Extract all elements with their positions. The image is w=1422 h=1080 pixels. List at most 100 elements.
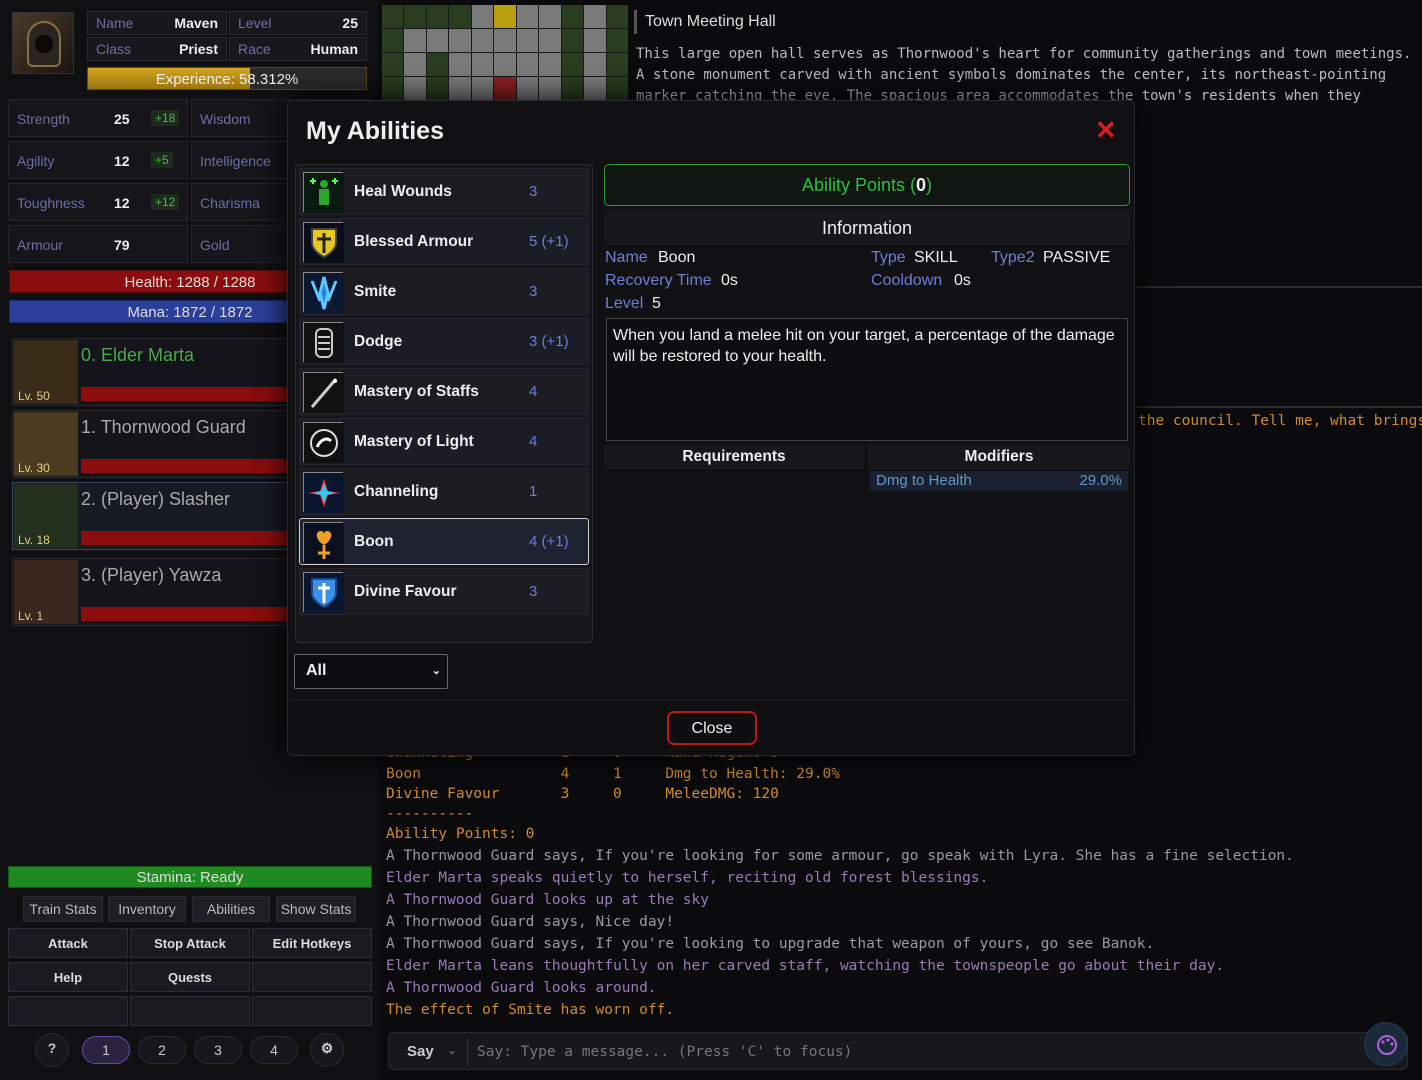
stat-toughness: Toughness 12 +12 [8, 183, 188, 221]
map-tile [606, 29, 628, 52]
ability-filter-select[interactable]: All ⌄ [294, 654, 448, 689]
information-header: Information [604, 210, 1130, 245]
hotkey-attack[interactable]: Attack [8, 928, 128, 958]
ability-level: 3 (+1) [529, 333, 569, 350]
staff-icon [303, 372, 344, 413]
inventory-button[interactable]: Inventory [108, 896, 186, 922]
chat-line: A Thornwood Guard looks around. [386, 980, 657, 996]
npc-entry[interactable]: Lv. 50 0. Elder Marta [12, 338, 288, 406]
hotkey-quests[interactable]: Quests [130, 962, 250, 992]
ability-name: Dodge [354, 333, 403, 350]
map-tile [584, 77, 606, 100]
help-icon[interactable]: ? [35, 1033, 69, 1067]
npc-health-bar [81, 531, 287, 545]
ability-list: Heal Wounds 3 Blessed Armour 5 (+1) Smite 3 Do… [295, 164, 593, 643]
map-tile [494, 53, 516, 76]
ability-item[interactable]: Dodge 3 (+1) [299, 318, 589, 365]
map-tile [449, 77, 471, 100]
chat-line: Divine Favour 3 0 MeleeDMG: 120 [386, 786, 779, 802]
room-title: Town Meeting Hall [634, 10, 776, 34]
ability-item[interactable]: Divine Favour 3 [299, 568, 589, 615]
hotkey-edit-hotkeys[interactable]: Edit Hotkeys [252, 928, 372, 958]
ability-item[interactable]: Mastery of Light 4 [299, 418, 589, 465]
map-tile [584, 53, 606, 76]
map-tile [426, 77, 449, 100]
ability-item[interactable]: Mastery of Staffs 4 [299, 368, 589, 415]
show-stats-button[interactable]: Show Stats [276, 896, 356, 922]
divider [1136, 286, 1422, 288]
level-value: 25 [342, 15, 358, 31]
chat-line: the council. Tell me, what brings [1138, 413, 1422, 429]
hotkey-help[interactable]: Help [8, 962, 128, 992]
level-box: Level 25 [229, 11, 367, 35]
hotkey-stop-attack[interactable]: Stop Attack [130, 928, 250, 958]
ability-name: Mastery of Staffs [354, 383, 479, 400]
stat-label: Strength [17, 111, 70, 127]
chat-input[interactable] [477, 1039, 1357, 1065]
modifier-value: 29.0% [1079, 472, 1122, 489]
map-tile [561, 53, 584, 76]
ability-description: When you land a melee hit on your target… [606, 318, 1128, 441]
hotkey-page-1[interactable]: 1 [82, 1036, 130, 1064]
npc-entry[interactable]: Lv. 18 2. (Player) Slasher [12, 482, 288, 550]
npc-entry[interactable]: Lv. 1 3. (Player) Yawza [12, 558, 288, 626]
ability-item[interactable]: Boon 4 (+1) [299, 518, 589, 565]
ability-item[interactable]: Heal Wounds 3 [299, 168, 589, 215]
ability-level: 5 (+1) [529, 233, 569, 250]
heal-wounds-icon [303, 172, 344, 213]
minimap[interactable] [382, 5, 628, 100]
map-tile [449, 29, 471, 52]
map-tile [382, 53, 404, 76]
map-tile [561, 77, 584, 100]
stat-label: Agility [17, 153, 55, 169]
stat-label: Wisdom [200, 111, 251, 127]
map-tile [471, 53, 494, 76]
npc-name: 3. (Player) Yawza [81, 565, 222, 585]
hotkey-empty[interactable] [252, 996, 372, 1026]
gear-icon[interactable]: ⚙ [310, 1033, 344, 1067]
map-tile [449, 53, 471, 76]
race-label: Race [238, 41, 271, 57]
ability-item[interactable]: Channeling 1 [299, 468, 589, 515]
hotkey-empty[interactable] [8, 996, 128, 1026]
ability-item[interactable]: Blessed Armour 5 (+1) [299, 218, 589, 265]
hotkey-page-3[interactable]: 3 [194, 1036, 242, 1064]
filter-value: All [306, 662, 327, 679]
hotkey-empty[interactable] [252, 962, 372, 992]
type-label: Type [871, 249, 906, 266]
ability-name: Boon [658, 249, 696, 266]
chat-line: A Thornwood Guard says, Nice day! [386, 914, 675, 930]
palette-icon[interactable] [1364, 1022, 1408, 1066]
hotkey-empty[interactable] [130, 996, 250, 1026]
modifiers-header: Modifiers [868, 445, 1130, 469]
ability-points-box: Ability Points (0) [604, 164, 1130, 206]
cooldown-label: Cooldown [871, 272, 943, 289]
stat-value: 12 [114, 195, 130, 211]
train-stats-button[interactable]: Train Stats [23, 896, 103, 922]
ability-item[interactable]: Smite 3 [299, 268, 589, 315]
npc-health-bar [81, 459, 287, 473]
map-tile [404, 53, 426, 76]
chat-line: Elder Marta leans thoughtfully on her ca… [386, 958, 1225, 974]
chat-line: A Thornwood Guard says, If you're lookin… [386, 848, 1294, 864]
chevron-down-icon[interactable]: ⌄ [447, 1043, 457, 1057]
abilities-button[interactable]: Abilities [192, 896, 270, 922]
hotkey-page-4[interactable]: 4 [250, 1036, 298, 1064]
stamina-bar: Stamina: Ready [8, 866, 372, 888]
modifier-name: Dmg to Health [876, 472, 972, 489]
stat-label: Gold [200, 237, 230, 253]
chat-mode-select[interactable]: Say [407, 1043, 434, 1060]
hotkey-page-2[interactable]: 2 [138, 1036, 186, 1064]
name-label: Name [605, 249, 648, 266]
close-button[interactable]: Close [667, 711, 757, 745]
map-tile [426, 5, 449, 28]
ability-name: Blessed Armour [354, 233, 474, 250]
close-icon[interactable]: ✕ [1095, 115, 1117, 146]
ability-points-label: Ability Points ( [801, 175, 917, 195]
map-tile [382, 5, 404, 28]
room-description: This large open hall serves as Thornwood… [636, 46, 1412, 104]
stat-label: Toughness [17, 195, 85, 211]
level-label: Level [605, 295, 644, 312]
npc-entry[interactable]: Lv. 30 1. Thornwood Guard [12, 410, 288, 478]
ability-type2: PASSIVE [1043, 249, 1111, 266]
